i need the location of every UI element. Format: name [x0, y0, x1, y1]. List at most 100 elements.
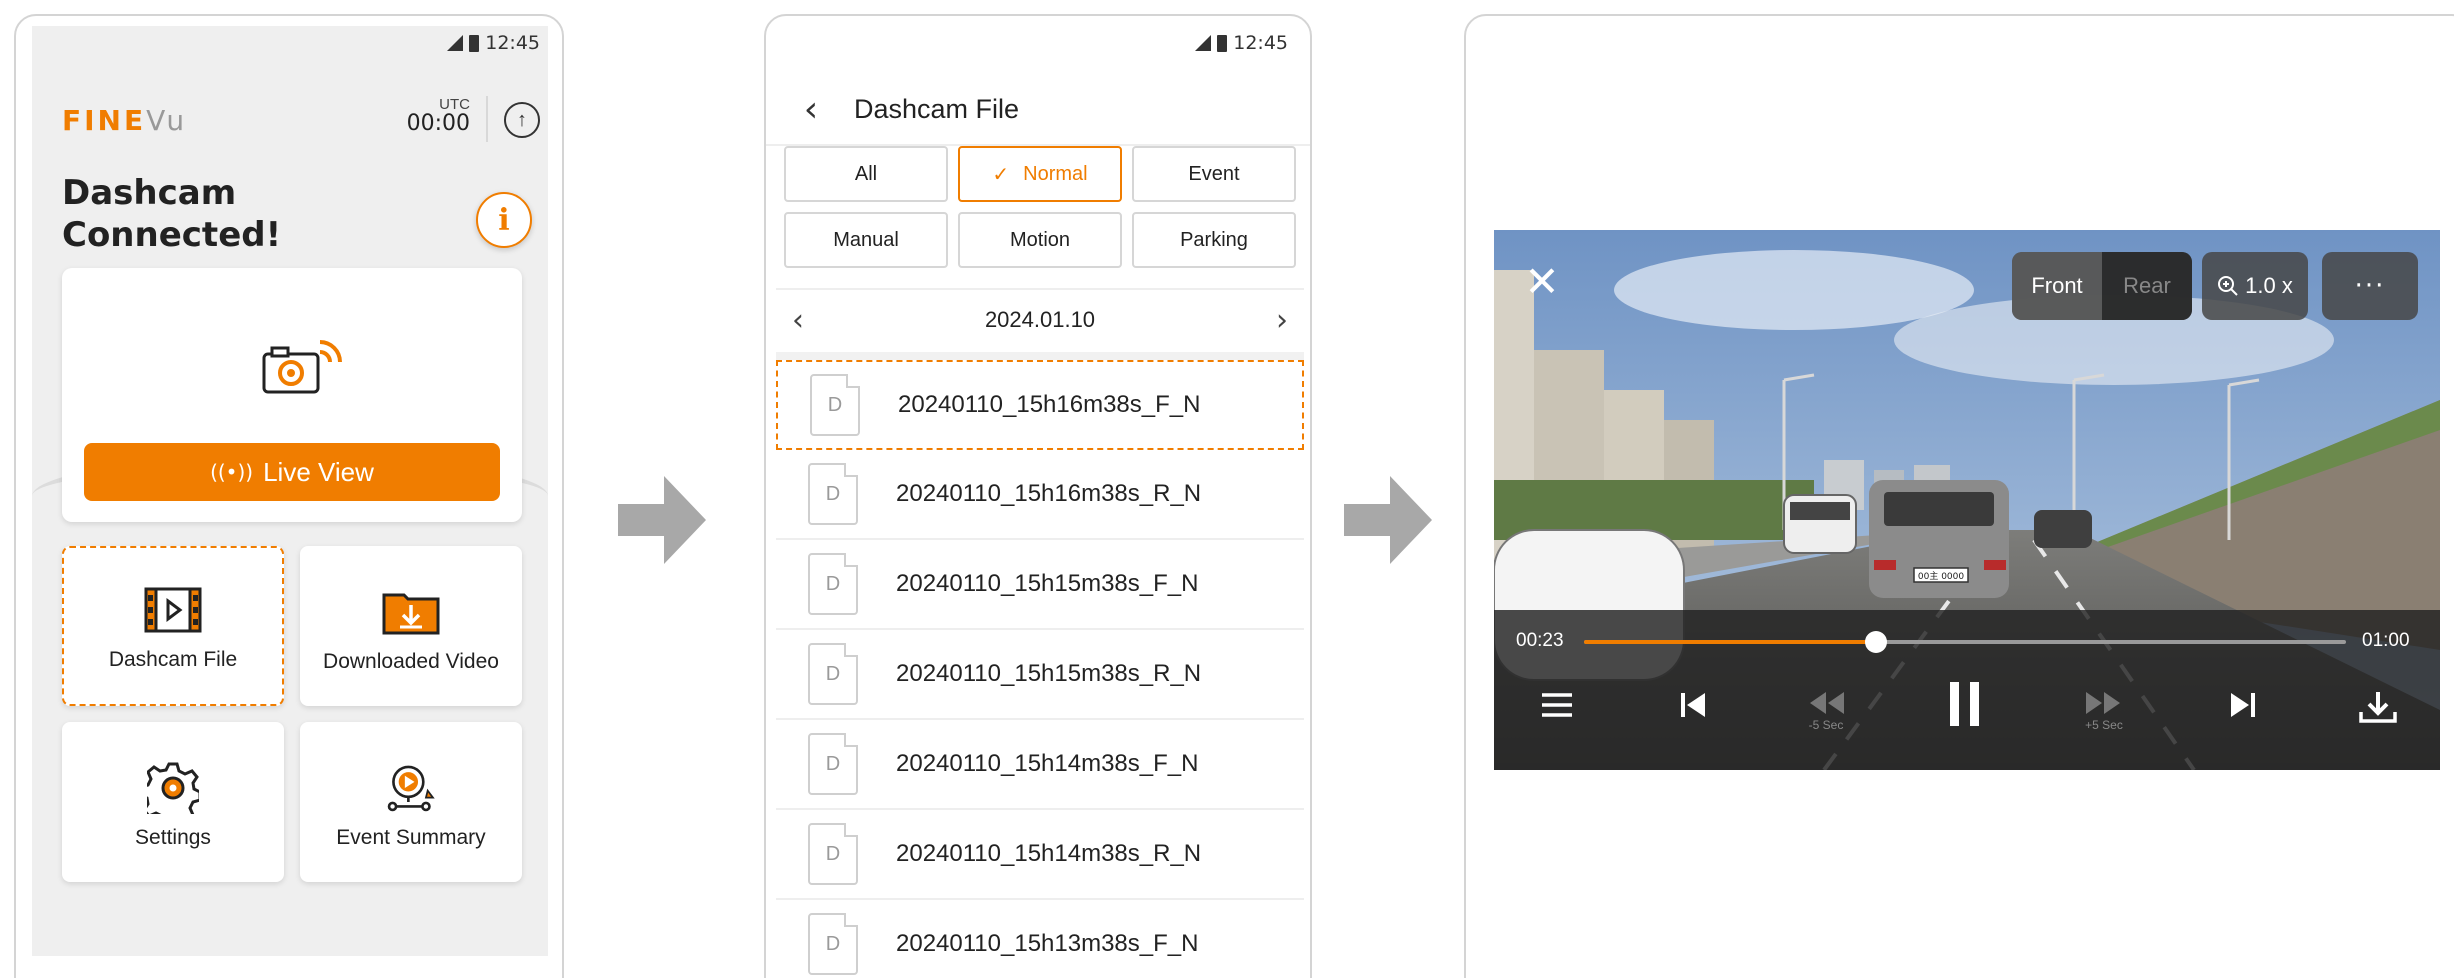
download-folder-icon [382, 588, 440, 636]
dashcam-file-tile[interactable]: Dashcam File [62, 546, 284, 706]
filter-all[interactable]: All [784, 146, 948, 202]
broadcast-icon: ((•)) [210, 460, 254, 484]
file-row[interactable]: D 20240110_15h15m38s_R_N [776, 630, 1304, 720]
header-divider [486, 96, 488, 142]
filter-label: Parking [1180, 228, 1248, 251]
doc-letter: D [825, 482, 841, 505]
filter-manual[interactable]: Manual [784, 212, 948, 268]
flow-arrow-icon [1344, 476, 1432, 564]
dashcam-file-screen: 12:45 ‹ Dashcam File All ✓ Normal Event M… [764, 14, 1312, 978]
file-row[interactable]: D 20240110_15h14m38s_F_N [776, 720, 1304, 810]
file-name: 20240110_15h15m38s_F_N [896, 570, 1199, 597]
status-time: 12:45 [1233, 32, 1288, 54]
file-row[interactable]: D 20240110_15h13m38s_F_N [776, 900, 1304, 978]
filter-label: All [854, 162, 878, 185]
connection-headline: Dashcam Connected! [62, 173, 282, 255]
more-options-button[interactable]: ··· [2322, 252, 2418, 320]
rewind-icon[interactable]: -5 Sec [1806, 690, 1846, 732]
file-name: 20240110_15h16m38s_F_N [898, 391, 1201, 418]
doc-letter: D [825, 932, 841, 955]
utc-clock: UTC 00:00 [390, 96, 470, 135]
live-view-label: Live View [263, 456, 374, 487]
seek-bar[interactable] [1584, 631, 2346, 653]
doc-letter: D [825, 842, 841, 865]
filter-label: Motion [1009, 228, 1071, 251]
next-file-icon[interactable] [2228, 690, 2258, 720]
previous-file-icon[interactable] [1678, 690, 1708, 720]
date-navigator: ‹ 2024.01.10 › [776, 288, 1304, 350]
doc-letter: D [825, 752, 841, 775]
page-title: Dashcam File [854, 93, 1020, 124]
tile-label: Dashcam File [108, 648, 238, 671]
flow-arrow-icon [618, 476, 706, 564]
status-bar: 12:45 [447, 32, 540, 54]
live-view-button[interactable]: ((•)) Live View [84, 443, 500, 501]
signal-icon [447, 35, 464, 51]
filter-chips: All ✓ Normal Event Manual Motion Parking [784, 146, 1296, 268]
info-icon[interactable]: i [476, 192, 532, 248]
video-player-screen: 00主 0000 ✕ Front Rear 1.0 x ··· 00:23 01… [1464, 14, 2454, 978]
document-icon: D [808, 733, 858, 795]
download-icon[interactable] [2358, 690, 2398, 724]
file-row[interactable]: D 20240110_15h15m38s_F_N [776, 540, 1304, 630]
chevron-left-icon[interactable]: ‹ [792, 303, 804, 338]
filter-label: Manual [833, 228, 899, 251]
tile-label: Settings [135, 826, 211, 849]
current-time: 00:23 [1516, 630, 1564, 651]
event-play-icon [382, 764, 440, 812]
status-time: 12:45 [485, 32, 540, 54]
seek-handle[interactable] [1864, 631, 1887, 653]
tile-label: Event Summary [336, 826, 486, 849]
chevron-right-icon[interactable]: › [1276, 303, 1288, 338]
fast-forward-icon[interactable]: +5 Sec [2084, 690, 2124, 732]
doc-letter: D [825, 662, 841, 685]
pause-icon[interactable] [1948, 680, 1982, 728]
close-icon[interactable]: ✕ [1522, 261, 1562, 303]
forward-label: +5 Sec [2085, 718, 2123, 732]
upload-icon[interactable]: ↑ [504, 102, 540, 138]
back-arrow-icon[interactable]: ‹ [794, 89, 828, 130]
file-list: D 20240110_15h16m38s_F_N D 20240110_15h1… [776, 352, 1304, 978]
doc-letter: D [827, 393, 843, 416]
status-bar: 12:45 [1195, 32, 1288, 54]
filter-label: Normal [1023, 162, 1088, 185]
logo-part-2: Vu [146, 104, 188, 137]
file-row[interactable]: D 20240110_15h16m38s_F_N [776, 360, 1304, 450]
current-date: 2024.01.10 [984, 307, 1096, 332]
camera-wifi-icon [258, 338, 344, 405]
live-view-card: ((•)) Live View [62, 268, 522, 522]
document-icon: D [808, 823, 858, 885]
event-summary-tile[interactable]: Event Summary [300, 722, 522, 882]
zoom-label: 1.0 x [2245, 273, 2293, 298]
document-icon: D [810, 374, 860, 436]
license-plate: 00主 0000 [1918, 570, 1964, 582]
file-name: 20240110_15h14m38s_F_N [896, 750, 1199, 777]
video-player[interactable]: 00主 0000 ✕ Front Rear 1.0 x ··· 00:23 01… [1494, 230, 2440, 770]
gear-icon [144, 762, 202, 814]
filter-normal[interactable]: ✓ Normal [958, 146, 1122, 202]
file-name: 20240110_15h15m38s_R_N [896, 660, 1202, 687]
menu-icon[interactable] [1540, 690, 1574, 720]
seek-bar-progress [1584, 640, 1876, 644]
settings-tile[interactable]: Settings [62, 722, 284, 882]
logo-part-1: FINE [62, 104, 147, 137]
rewind-label: -5 Sec [1808, 718, 1844, 732]
file-row[interactable]: D 20240110_15h16m38s_R_N [776, 450, 1304, 540]
filter-motion[interactable]: Motion [958, 212, 1122, 268]
filter-parking[interactable]: Parking [1132, 212, 1296, 268]
film-icon [144, 586, 202, 634]
filter-event[interactable]: Event [1132, 146, 1296, 202]
battery-icon [1217, 34, 1228, 52]
home-screen: 12:45 FINEVu UTC 00:00 ↑ Dashcam Connect… [14, 14, 564, 978]
doc-letter: D [825, 572, 841, 595]
document-icon: D [808, 913, 858, 975]
file-name: 20240110_15h13m38s_F_N [896, 930, 1199, 957]
battery-icon [469, 34, 480, 52]
front-camera-tab[interactable]: Front [2012, 252, 2102, 320]
file-row[interactable]: D 20240110_15h14m38s_R_N [776, 810, 1304, 900]
utc-time: 00:00 [406, 111, 470, 136]
rear-camera-tab[interactable]: Rear [2102, 252, 2192, 320]
tile-label: Downloaded Video [323, 650, 499, 673]
downloaded-video-tile[interactable]: Downloaded Video [300, 546, 522, 706]
zoom-button[interactable]: 1.0 x [2202, 252, 2308, 320]
